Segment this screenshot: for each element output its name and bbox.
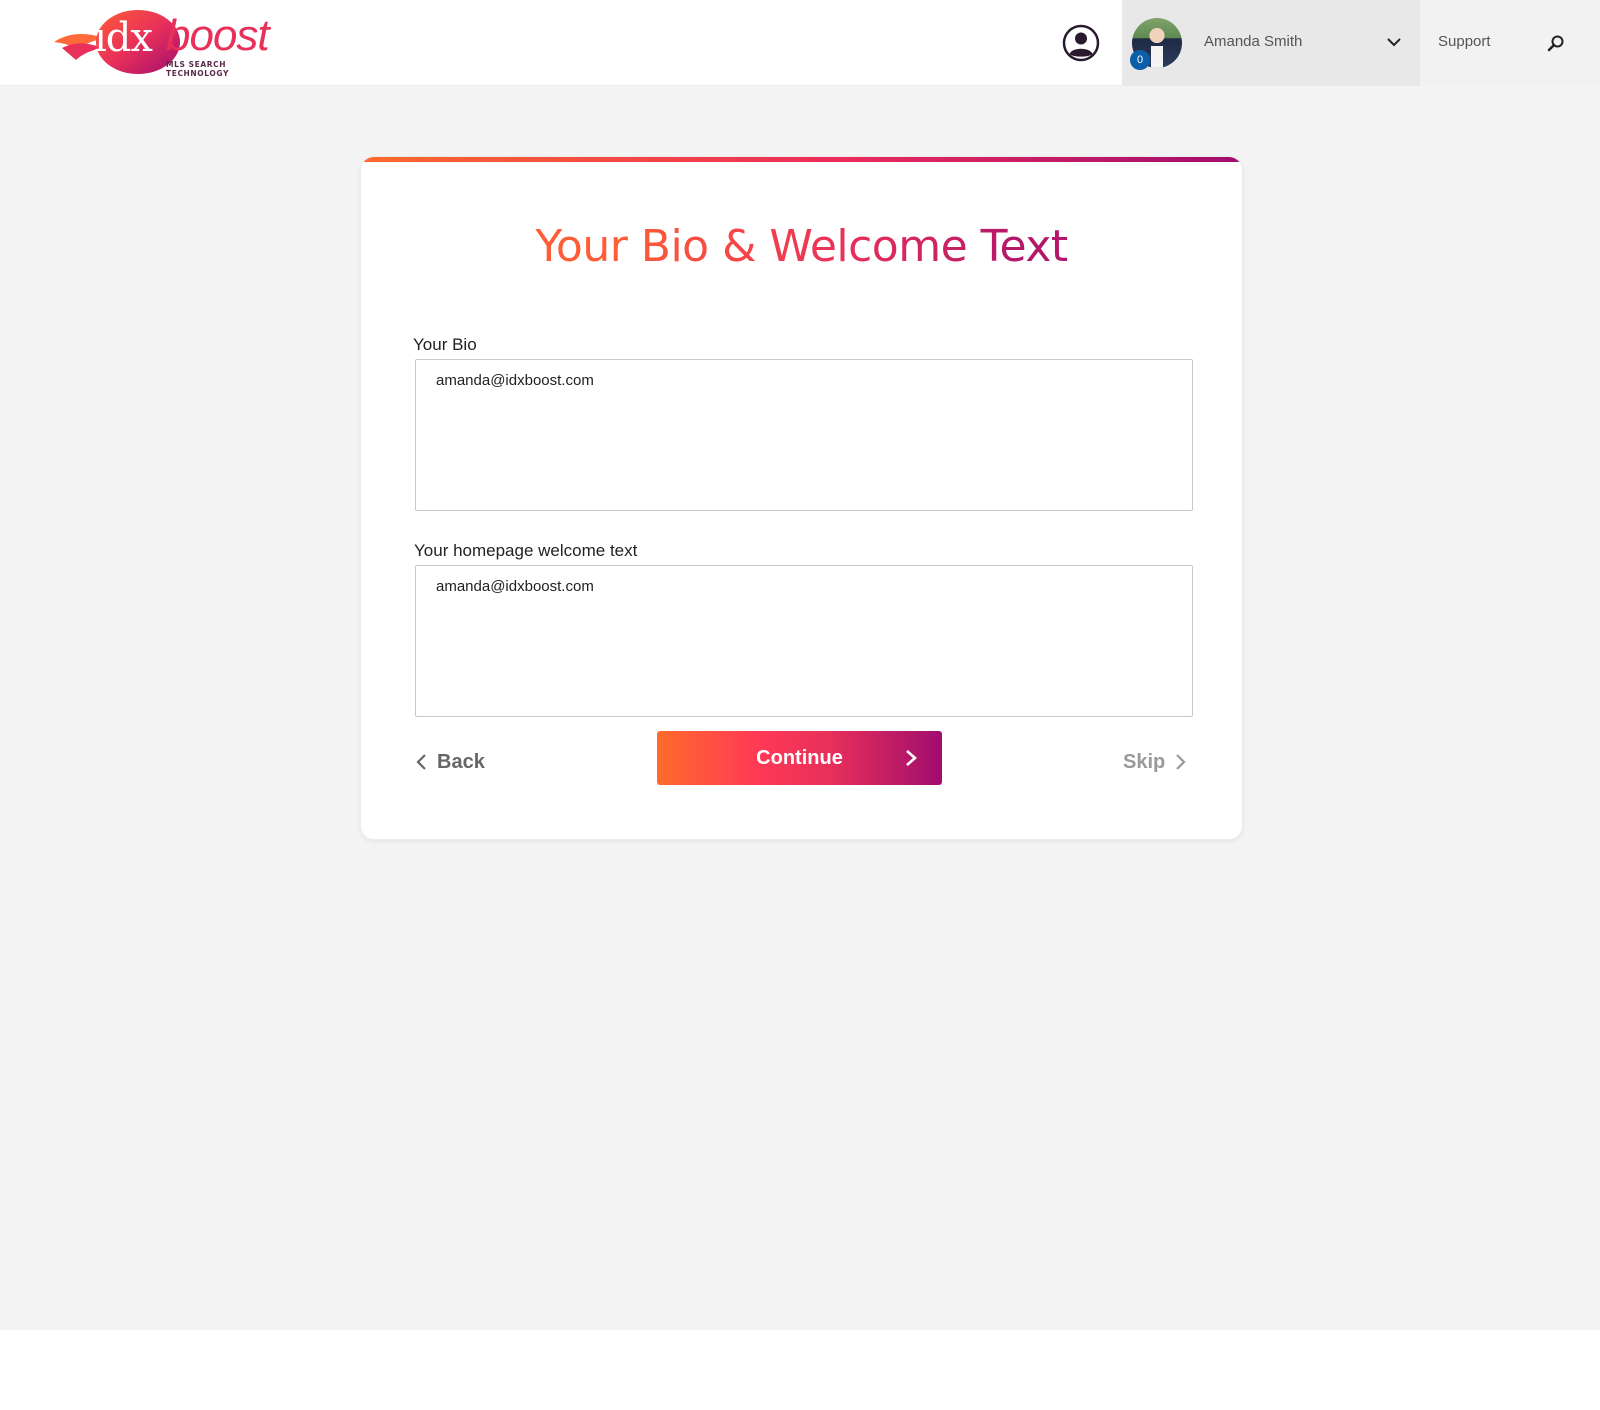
onboarding-card: Your Bio & Welcome Text Your Bio Your ho… [360, 156, 1243, 840]
support-area: Support [1420, 0, 1600, 86]
user-menu[interactable]: 0 Amanda Smith [1122, 0, 1420, 86]
back-label: Back [437, 750, 485, 773]
card-accent-bar [361, 157, 1242, 162]
welcome-text-label: Your homepage welcome text [414, 541, 638, 560]
user-name: Amanda Smith [1204, 33, 1303, 50]
skip-label: Skip [1123, 750, 1166, 773]
avatar-shirt [1151, 46, 1163, 68]
top-header: idx boost MLS SEARCH TECHNOLOGY 0 Amanda… [0, 0, 1600, 86]
chevron-right-icon [906, 750, 917, 766]
logo-idx-text: idx [94, 15, 153, 61]
user-circle-icon[interactable] [1062, 24, 1100, 62]
chevron-right-icon [1176, 754, 1186, 770]
back-button[interactable]: Back [415, 747, 485, 777]
chevron-down-icon[interactable] [1386, 34, 1402, 50]
idxboost-logo[interactable]: idx boost MLS SEARCH TECHNOLOGY [52, 8, 292, 78]
main-content: Your Bio & Welcome Text Your Bio Your ho… [0, 86, 1600, 1330]
page-title: Your Bio & Welcome Text [361, 221, 1242, 272]
bio-label: Your Bio [413, 335, 477, 354]
page-footer [0, 1330, 1600, 1410]
support-link[interactable]: Support [1438, 33, 1491, 50]
continue-label: Continue [756, 747, 843, 769]
logo-tagline: MLS SEARCH TECHNOLOGY [166, 60, 229, 78]
logo-boost-text: boost [166, 11, 270, 60]
notification-badge: 0 [1130, 50, 1150, 70]
welcome-text-textarea[interactable] [415, 565, 1193, 717]
bio-textarea[interactable] [415, 359, 1193, 511]
continue-button[interactable]: Continue [657, 731, 942, 785]
chevron-left-icon [416, 754, 426, 770]
skip-button[interactable]: Skip [1123, 747, 1187, 777]
search-icon[interactable] [1546, 33, 1566, 53]
